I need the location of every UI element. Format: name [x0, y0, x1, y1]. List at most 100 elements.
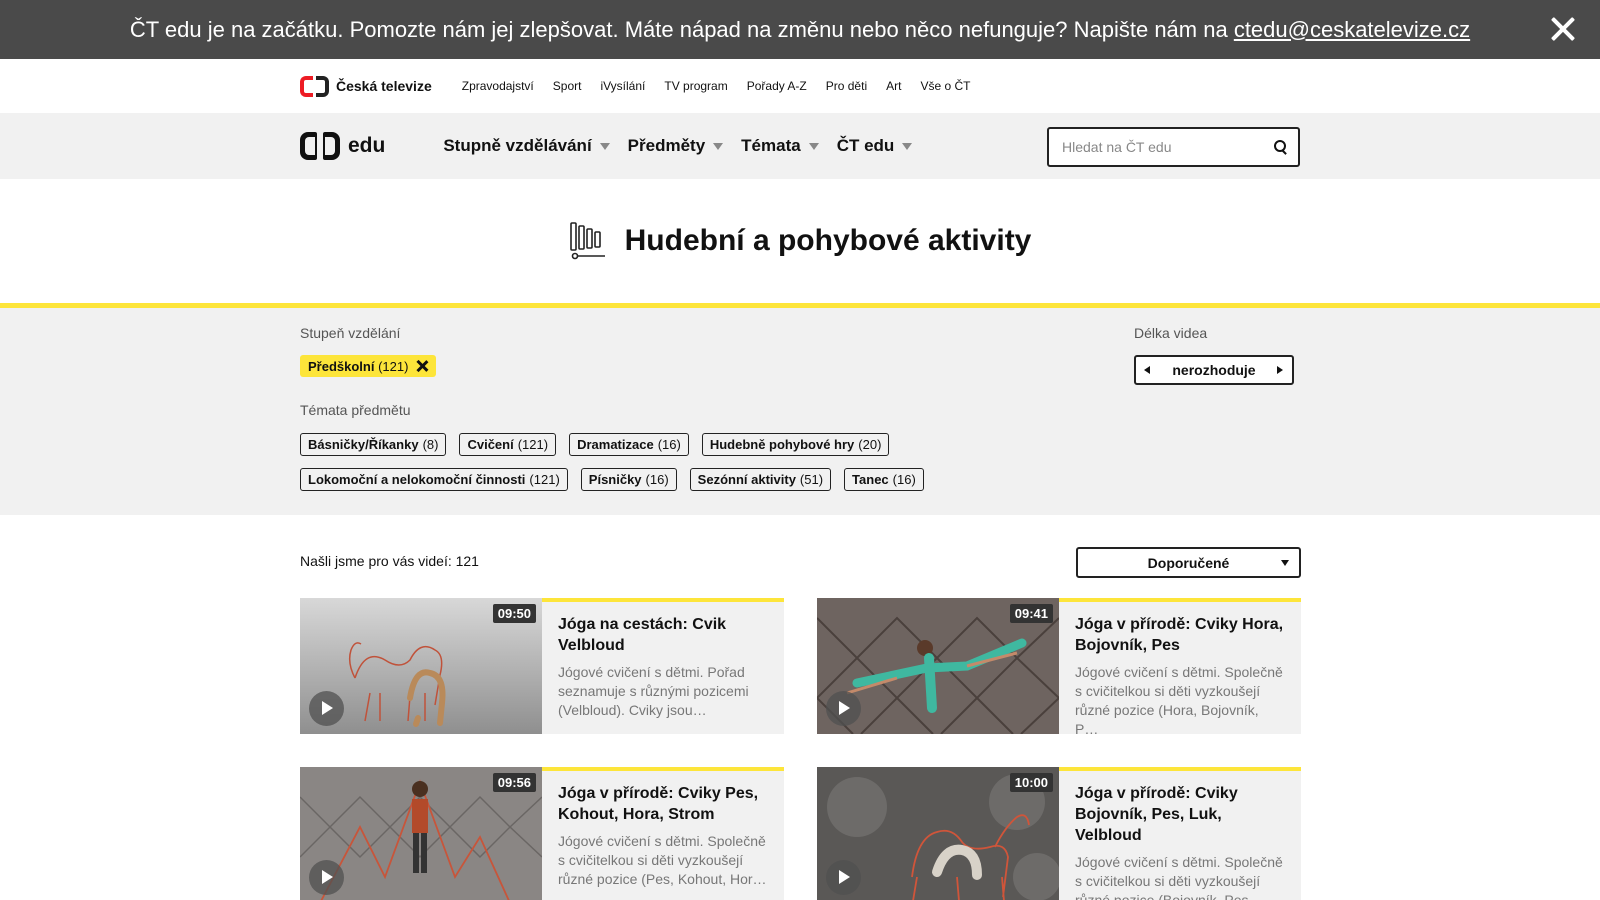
chevron-down-icon — [1281, 560, 1289, 566]
video-description: Jógové cvičení s dětmi. Společně s cviči… — [558, 833, 767, 887]
nav-label: Stupně vzdělávání — [443, 136, 592, 155]
search-box — [1047, 127, 1300, 167]
ct-nav: Zpravodajství Sport iVysílání TV program… — [462, 79, 971, 93]
tag-label: Hudebně pohybové hry — [709, 437, 855, 452]
tag-label: Lokomoční a nelokomoční činnosti — [308, 472, 526, 487]
video-duration: 09:56 — [492, 773, 536, 792]
video-card-body: Jóga v přírodě: Cviky Hora, Bojovník, Pe… — [1059, 598, 1301, 737]
nav-label: Předměty — [627, 136, 706, 155]
search-input[interactable] — [1049, 129, 1262, 165]
ct-nav-item[interactable]: Vše o ČT — [920, 79, 970, 93]
ct-nav-item[interactable]: TV program — [664, 79, 727, 93]
nav-temata[interactable]: Témata — [741, 136, 819, 156]
tag-count: (16) — [892, 472, 916, 487]
ct-edu-logo-icon — [300, 132, 340, 160]
edu-logo[interactable]: edu — [300, 132, 385, 160]
caret-down-icon — [599, 142, 610, 150]
sort-select[interactable]: Doporučené — [1076, 547, 1301, 578]
tag-count: (51) — [799, 472, 824, 487]
filter-label-stupen: Stupeň vzdělání — [300, 325, 401, 341]
edu-nav: Stupně vzdělávání Předměty Témata ČT edu — [443, 136, 913, 156]
play-icon[interactable] — [309, 860, 344, 895]
nav-label: ČT edu — [836, 136, 895, 155]
nav-ct-edu[interactable]: ČT edu — [837, 136, 913, 156]
nav-predmety[interactable]: Předměty — [627, 136, 724, 156]
edu-header: edu Stupně vzdělávání Předměty Témata ČT… — [0, 113, 1600, 179]
topic-tag[interactable]: Sezónní aktivity (51) — [689, 468, 832, 491]
remove-filter-icon[interactable] — [416, 360, 428, 372]
video-duration: 10:00 — [1009, 773, 1053, 792]
tag-label: Tanec — [852, 472, 889, 487]
ct-nav-item[interactable]: Art — [886, 79, 901, 93]
play-icon[interactable] — [826, 691, 861, 726]
topic-tag[interactable]: Tanec (16) — [844, 468, 924, 491]
video-thumbnail[interactable]: 09:41 — [817, 598, 1059, 734]
video-title[interactable]: Jóga v přírodě: Cviky Hora, Bojovník, Pe… — [1075, 614, 1285, 656]
results-count: Našli jsme pro vás videí: 121 — [300, 553, 479, 569]
tag-label: Dramatizace — [577, 437, 654, 452]
topic-tag[interactable]: Písničky (16) — [580, 468, 677, 491]
play-icon[interactable] — [826, 860, 861, 895]
play-icon[interactable] — [309, 691, 344, 726]
video-title[interactable]: Jóga v přírodě: Cviky Bojovník, Pes, Luk… — [1075, 783, 1285, 846]
video-length-selector: nerozhoduje — [1134, 355, 1294, 385]
chip-count: (121) — [378, 358, 409, 374]
topic-tag[interactable]: Hudebně pohybové hry (20) — [701, 433, 890, 456]
nav-label: Témata — [741, 136, 801, 155]
tag-label: Písničky — [588, 472, 642, 487]
ct-logo-icon — [300, 75, 329, 97]
arrow-right-icon[interactable] — [1268, 357, 1292, 383]
topic-tags-row-2: Lokomoční a nelokomoční činnosti (121) Pí… — [300, 468, 924, 491]
ct-nav-item[interactable]: iVysílání — [600, 79, 645, 93]
video-thumbnail[interactable]: 09:50 — [300, 598, 542, 734]
video-card[interactable]: 09:41 Jóga v přírodě: Cviky Hora, Bojovn… — [817, 598, 1301, 737]
video-title[interactable]: Jóga v přírodě: Cviky Pes, Kohout, Hora,… — [558, 783, 768, 825]
topic-tag[interactable]: Dramatizace (16) — [569, 433, 689, 456]
ct-brand-name: Česká televize — [336, 78, 432, 94]
ct-nav-item[interactable]: Pořady A-Z — [747, 79, 807, 93]
video-card-body: Jóga v přírodě: Cviky Pes, Kohout, Hora,… — [542, 767, 784, 900]
video-card[interactable]: 09:56 Jóga v přírodě: Cviky Pes, Kohout,… — [300, 767, 784, 900]
caret-down-icon — [902, 142, 913, 150]
ct-nav-item[interactable]: Zpravodajství — [462, 79, 534, 93]
edu-brand-name: edu — [348, 134, 386, 157]
tag-count: (121) — [517, 437, 549, 452]
notice-text: ČT edu je na začátku. Pomozte nám jej zl… — [129, 16, 1471, 42]
video-card[interactable]: 10:00 Jóga v přírodě: Cviky Bojovník, Pe… — [817, 767, 1301, 900]
tag-count: (16) — [657, 437, 681, 452]
close-icon[interactable] — [1548, 14, 1578, 44]
filter-label-delka: Délka videa — [1134, 325, 1208, 341]
topic-tag[interactable]: Básničky/Říkanky (8) — [300, 433, 447, 456]
page-title-row: Hudební a pohybové aktivity — [0, 179, 1600, 303]
video-card-body: Jóga v přírodě: Cviky Bojovník, Pes, Luk… — [1059, 767, 1301, 900]
filter-label-temata: Témata předmětu — [300, 402, 411, 418]
tag-count: (20) — [858, 437, 882, 452]
topic-tag[interactable]: Cvičení (121) — [459, 433, 557, 456]
xylophone-icon — [569, 222, 605, 260]
ct-top-bar: Česká televize Zpravodajství Sport iVysí… — [0, 59, 1600, 113]
topic-tag[interactable]: Lokomoční a nelokomoční činnosti (121) — [300, 468, 568, 491]
arrow-left-icon[interactable] — [1136, 357, 1160, 383]
nav-stupne-vzdelavani[interactable]: Stupně vzdělávání — [443, 136, 610, 156]
notice-email-link[interactable]: ctedu@ceskatelevize.cz — [1234, 17, 1470, 42]
video-length-value: nerozhoduje — [1172, 362, 1256, 378]
ct-nav-item[interactable]: Sport — [553, 79, 582, 93]
search-icon[interactable] — [1262, 129, 1298, 165]
video-thumbnail[interactable]: 10:00 — [817, 767, 1059, 900]
video-title[interactable]: Jóga na cestách: Cvik Velbloud — [558, 614, 768, 656]
video-duration: 09:41 — [1009, 604, 1053, 623]
video-thumbnail[interactable]: 09:56 — [300, 767, 542, 900]
video-description: Jógové cvičení s dětmi. Společně s cviči… — [1075, 664, 1283, 737]
tag-label: Básničky/Říkanky — [308, 437, 419, 452]
active-filter-chip[interactable]: Předškolní (121) — [300, 355, 437, 377]
tag-label: Cvičení — [467, 437, 514, 452]
video-card[interactable]: 09:50 Jóga na cestách: Cvik Velbloud Jóg… — [300, 598, 784, 734]
tag-count: (121) — [529, 472, 560, 487]
topic-tags-row-1: Básničky/Říkanky (8) Cvičení (121) Dramati… — [300, 433, 890, 456]
tag-count: (16) — [645, 472, 669, 487]
ct-logo[interactable]: Česká televize — [300, 75, 432, 97]
video-description: Jógové cvičení s dětmi. Pořad seznamuje … — [558, 664, 749, 718]
caret-down-icon — [713, 142, 724, 150]
ct-nav-item[interactable]: Pro děti — [826, 79, 867, 93]
video-card-body: Jóga na cestách: Cvik Velbloud Jógové cv… — [542, 598, 784, 734]
